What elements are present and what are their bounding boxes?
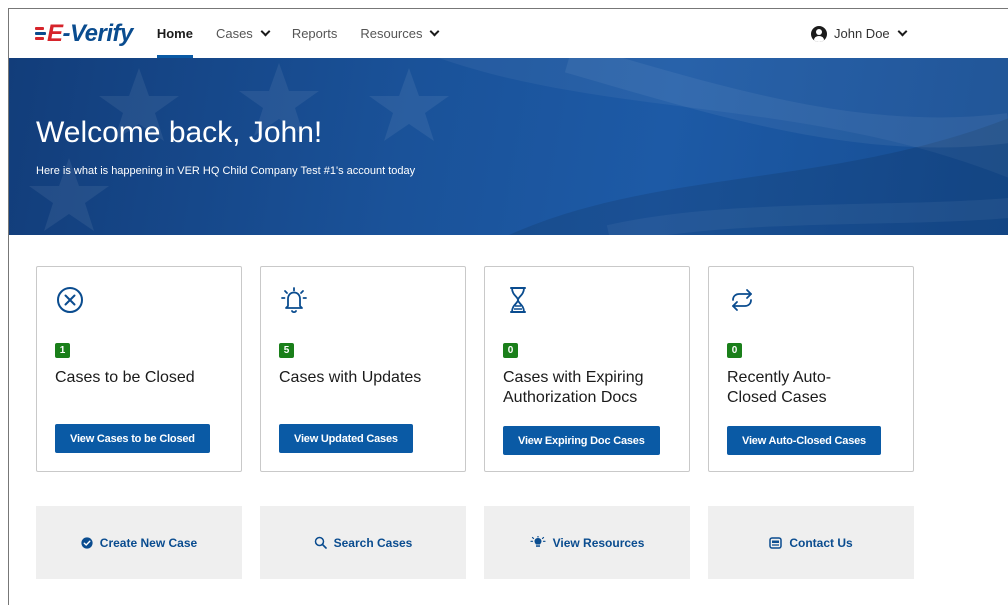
user-circle-icon: [811, 25, 827, 42]
e-verify-logo[interactable]: E-Verify: [35, 19, 133, 49]
top-nav: E-Verify Home Cases Reports Resources Jo…: [9, 9, 1008, 58]
user-name: John Doe: [834, 26, 890, 41]
logo-flag-icon: [35, 27, 46, 40]
app-frame: E-Verify Home Cases Reports Resources Jo…: [8, 8, 1008, 605]
repeat-icon: [732, 289, 752, 311]
tile-label: Contact Us: [789, 535, 853, 550]
nav-cases-label: Cases: [215, 26, 253, 41]
view-updated-cases-button[interactable]: View Updated Cases: [279, 424, 413, 453]
tile-label: Create New Case: [99, 535, 198, 550]
chevron-down-icon: [897, 26, 908, 37]
contact-us-tile[interactable]: Contact Us: [708, 506, 914, 579]
count-badge: 0: [503, 343, 518, 358]
nav-resources[interactable]: Resources: [360, 9, 440, 58]
contact-icon: [769, 536, 783, 549]
check-badge-icon: [81, 536, 93, 549]
count-badge: 5: [279, 343, 294, 358]
card-title: Cases with Expiring Authorization Docs: [503, 369, 644, 406]
tile-label: View Resources: [552, 535, 645, 550]
nav-reports-label: Reports: [291, 26, 338, 41]
search-icon: [314, 536, 327, 549]
view-expiring-doc-cases-button[interactable]: View Expiring Doc Cases: [503, 426, 660, 455]
card-title: Cases to be Closed: [55, 369, 195, 386]
view-cases-to-be-closed-button[interactable]: View Cases to be Closed: [55, 424, 210, 453]
close-circle-icon: [57, 287, 83, 313]
card-auto-closed: 0 Recently Auto-Closed Cases View Auto-C…: [708, 266, 914, 472]
user-menu[interactable]: John Doe: [811, 9, 908, 58]
nav-cases[interactable]: Cases: [215, 9, 271, 58]
bell-icon: [281, 287, 307, 314]
chevron-down-icon: [260, 26, 271, 37]
chevron-down-icon: [430, 26, 440, 37]
nav-home-label: Home: [156, 26, 193, 41]
card-expiring-docs: 0 Cases with Expiring Authorization Docs…: [484, 266, 690, 472]
card-cases-with-updates: 5 Cases with Updates View Updated Cases: [260, 266, 466, 472]
nav-resources-label: Resources: [360, 26, 423, 41]
nav-home[interactable]: Home: [156, 9, 194, 58]
tile-label: Search Cases: [333, 535, 413, 550]
hourglass-icon: [510, 287, 526, 313]
logo-text: E-Verify: [47, 19, 133, 47]
welcome-heading: Welcome back, John!: [36, 116, 323, 149]
count-badge: 1: [55, 343, 70, 358]
nav-reports[interactable]: Reports: [292, 9, 338, 58]
welcome-subtitle: Here is what is happening in VER HQ Chil…: [36, 165, 416, 177]
welcome-banner: Welcome back, John! Here is what is happ…: [9, 58, 1008, 235]
create-new-case-tile[interactable]: Create New Case: [36, 506, 242, 579]
view-auto-closed-cases-button[interactable]: View Auto-Closed Cases: [727, 426, 881, 455]
card-title: Recently Auto-Closed Cases: [727, 369, 832, 406]
count-badge: 0: [727, 343, 742, 358]
search-cases-tile[interactable]: Search Cases: [260, 506, 466, 579]
card-cases-to-be-closed: 1 Cases to be Closed View Cases to be Cl…: [36, 266, 242, 472]
card-title: Cases with Updates: [279, 369, 422, 386]
main-menu: Home Cases Reports Resources: [156, 9, 462, 58]
view-resources-tile[interactable]: View Resources: [484, 506, 690, 579]
lightbulb-icon: [529, 536, 546, 547]
